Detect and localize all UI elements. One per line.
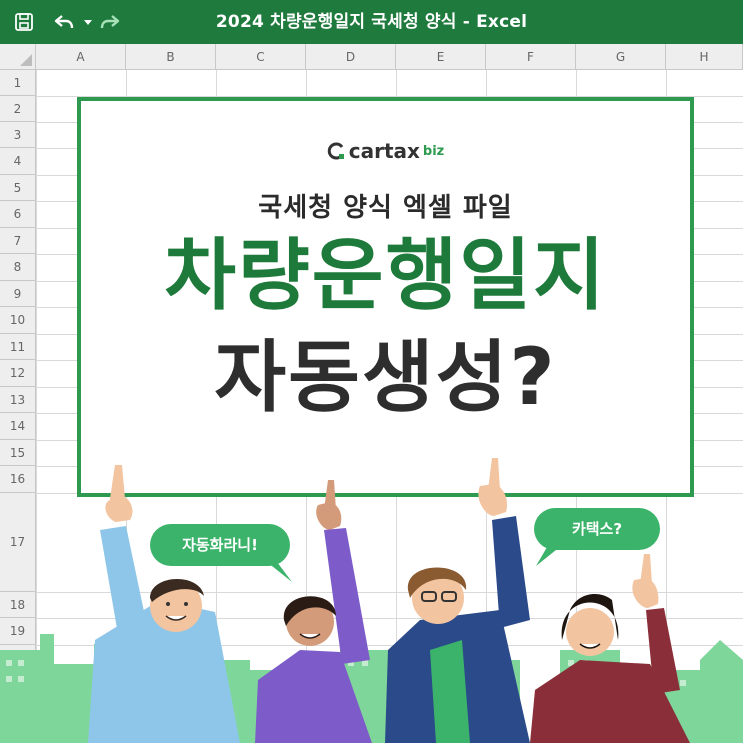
row-header[interactable]: 14: [0, 413, 36, 440]
cartax-logo[interactable]: cartax biz: [81, 139, 690, 163]
column-header[interactable]: A: [36, 44, 126, 70]
row-header[interactable]: 10: [0, 307, 36, 334]
row-header[interactable]: 7: [0, 228, 36, 254]
row-header[interactable]: 1: [0, 70, 36, 96]
row-header[interactable]: 11: [0, 334, 36, 360]
row-header[interactable]: 9: [0, 281, 36, 307]
column-header[interactable]: C: [216, 44, 306, 70]
title-bar: 2024 차량운행일지 국세청 양식 - Excel: [0, 0, 743, 44]
headline-line-1: 차량운행일지: [164, 231, 607, 321]
bubble-tail-icon: [262, 558, 292, 582]
speech-bubble-right-text: 카택스?: [571, 520, 623, 538]
row-header[interactable]: 13: [0, 387, 36, 413]
column-header[interactable]: B: [126, 44, 216, 70]
row-header[interactable]: 4: [0, 148, 36, 175]
row-header[interactable]: 2: [0, 96, 36, 122]
row-header[interactable]: 8: [0, 254, 36, 281]
headline-line-2: 자동생성?: [214, 333, 557, 423]
logo-suffix: biz: [422, 143, 445, 159]
row-header[interactable]: 18: [0, 592, 36, 618]
speech-bubble-right: 카택스?: [534, 508, 660, 566]
speech-bubble-left: 자동화라니!: [150, 524, 292, 582]
column-header[interactable]: D: [306, 44, 396, 70]
column-header[interactable]: F: [486, 44, 576, 70]
window-title: 2024 차량운행일지 국세청 양식 - Excel: [215, 12, 528, 32]
cartax-logo-icon: [327, 142, 344, 160]
row-header[interactable]: 16: [0, 466, 36, 493]
column-header[interactable]: E: [396, 44, 486, 70]
row-gridline: [36, 592, 743, 593]
headline-card: cartax biz 국세청 양식 엑셀 파일 차량운행일지 자동생성?: [77, 97, 694, 497]
row-header[interactable]: 3: [0, 122, 36, 148]
bubble-tail-icon: [536, 542, 566, 566]
row-header[interactable]: 17: [0, 493, 36, 592]
column-header[interactable]: G: [576, 44, 666, 70]
select-all-corner[interactable]: [0, 44, 36, 70]
speech-bubble-left-text: 자동화라니!: [182, 536, 258, 554]
row-header[interactable]: 12: [0, 360, 36, 387]
logo-text: cartax: [348, 139, 420, 163]
row-header[interactable]: 6: [0, 201, 36, 228]
subtitle: 국세청 양식 엑셀 파일: [258, 193, 513, 223]
row-header[interactable]: 5: [0, 175, 36, 201]
city-skyline-illustration: [0, 630, 743, 743]
row-header[interactable]: 15: [0, 440, 36, 466]
column-header[interactable]: H: [666, 44, 743, 70]
row-gridline: [36, 618, 743, 619]
